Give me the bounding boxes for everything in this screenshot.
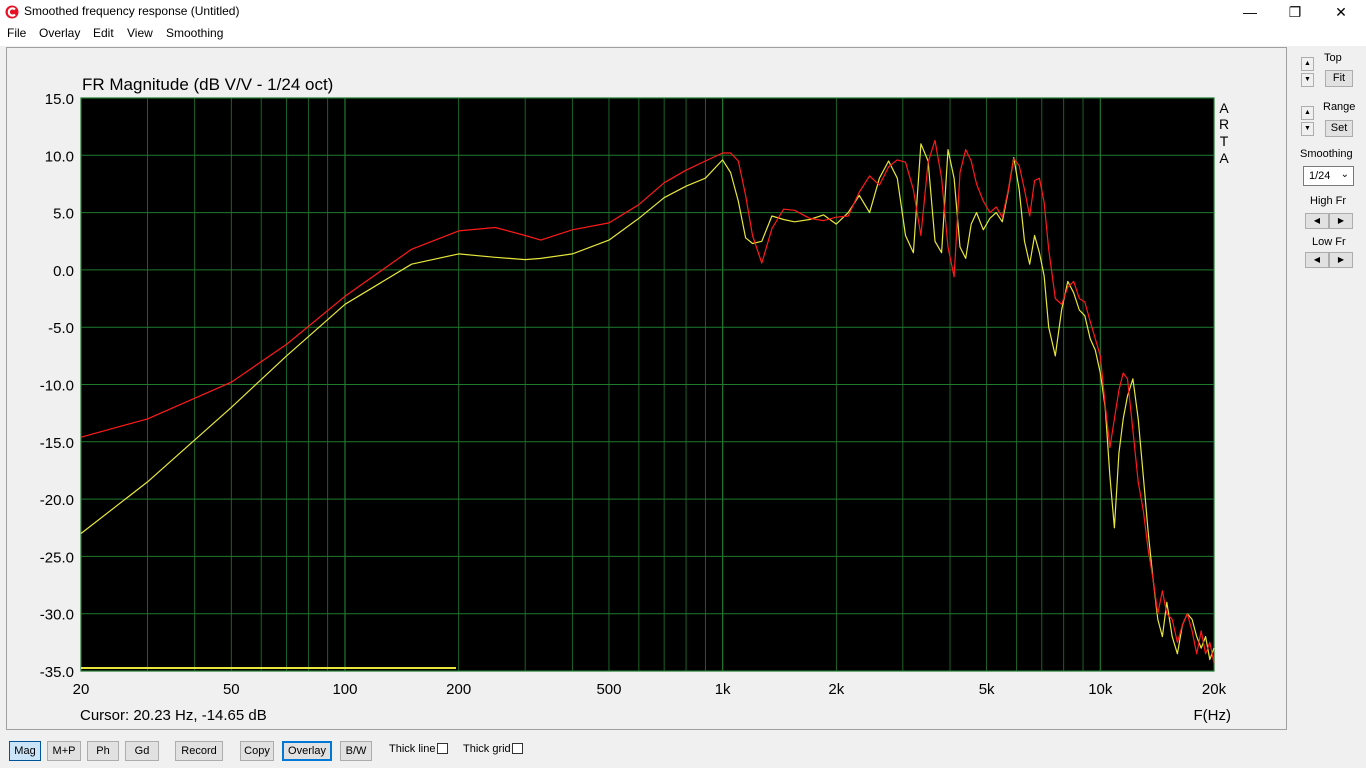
menu-edit[interactable]: Edit	[93, 26, 114, 40]
low-fr-right-button[interactable]: ▶	[1329, 252, 1353, 268]
x-tick-label: 200	[446, 681, 471, 698]
watermark-letter: A	[1219, 100, 1229, 116]
fit-button[interactable]: Fit	[1325, 70, 1353, 87]
high-fr-right-button[interactable]: ▶	[1329, 213, 1353, 229]
high-fr-label: High Fr	[1310, 195, 1347, 207]
phase-button[interactable]: Ph	[87, 741, 119, 761]
copy-button[interactable]: Copy	[240, 741, 274, 761]
watermark-letter: A	[1219, 150, 1229, 166]
thick-grid-label: Thick grid	[463, 743, 511, 755]
y-tick-label: 15.0	[45, 91, 74, 108]
thick-line-label: Thick line	[389, 743, 436, 755]
group-delay-button[interactable]: Gd	[125, 741, 159, 761]
x-tick-label: 20	[73, 681, 90, 698]
x-tick-label: 100	[332, 681, 357, 698]
smoothing-select[interactable]: 1/24 ⌄	[1303, 166, 1354, 186]
thick-grid-checkbox[interactable]	[512, 743, 523, 754]
range-label: Range	[1323, 101, 1356, 113]
smoothing-value: 1/24	[1309, 170, 1331, 182]
x-tick-label: 50	[223, 681, 240, 698]
cursor-readout: Cursor: 20.23 Hz, -14.65 dB	[80, 707, 267, 724]
title-bar: Smoothed frequency response (Untitled) —…	[0, 0, 1366, 24]
y-tick-label: -15.0	[40, 435, 74, 452]
close-button[interactable]: ✕	[1318, 0, 1364, 24]
menu-bar: File Overlay Edit View Smoothing	[0, 24, 1366, 44]
y-tick-label: 0.0	[53, 263, 74, 280]
bw-button[interactable]: B/W	[340, 741, 372, 761]
y-tick-label: 10.0	[45, 148, 74, 165]
app-logo-icon	[5, 5, 19, 19]
menu-smoothing[interactable]: Smoothing	[166, 26, 223, 40]
x-tick-label: 20k	[1202, 681, 1227, 698]
menu-file[interactable]: File	[7, 26, 26, 40]
minimize-button[interactable]: —	[1227, 0, 1273, 24]
frequency-response-chart[interactable]: 15.0 10.0 5.0 0.0 -5.0 -10.0 -15.0 -20.0 -25.0 -3…	[7, 48, 1286, 729]
y-tick-label: -10.0	[40, 378, 74, 395]
y-tick-label: -25.0	[40, 549, 74, 566]
y-tick-label: -30.0	[40, 607, 74, 624]
m-plus-p-button[interactable]: M+P	[47, 741, 81, 761]
set-button[interactable]: Set	[1325, 120, 1353, 137]
record-button[interactable]: Record	[175, 741, 223, 761]
x-tick-label: 500	[596, 681, 621, 698]
low-fr-label: Low Fr	[1312, 236, 1346, 248]
thick-line-checkbox[interactable]	[437, 743, 448, 754]
range-up-spin[interactable]: ▲	[1301, 106, 1314, 120]
overlay-button[interactable]: Overlay	[282, 741, 332, 761]
menu-overlay[interactable]: Overlay	[39, 26, 80, 40]
watermark-letter: R	[1219, 116, 1229, 132]
x-tick-label: 10k	[1088, 681, 1113, 698]
y-tick-label: -35.0	[40, 664, 74, 681]
top-up-spin[interactable]: ▲	[1301, 57, 1314, 71]
x-axis-label: F(Hz)	[1194, 707, 1232, 724]
y-tick-label: -5.0	[48, 320, 74, 337]
range-down-spin[interactable]: ▼	[1301, 122, 1314, 136]
graph-panel[interactable]: 15.0 10.0 5.0 0.0 -5.0 -10.0 -15.0 -20.0 -25.0 -3…	[6, 47, 1287, 730]
low-fr-left-button[interactable]: ◀	[1305, 252, 1329, 268]
x-tick-label: 1k	[715, 681, 731, 698]
client-edge	[0, 44, 1366, 46]
chart-title: FR Magnitude (dB V/V - 1/24 oct)	[82, 75, 333, 94]
y-tick-label: -20.0	[40, 492, 74, 509]
smoothing-label: Smoothing	[1300, 148, 1353, 160]
chevron-down-icon: ⌄	[1340, 169, 1349, 180]
menu-view[interactable]: View	[127, 26, 153, 40]
x-tick-label: 2k	[828, 681, 844, 698]
mag-button[interactable]: Mag	[9, 741, 41, 761]
watermark-letter: T	[1220, 133, 1229, 149]
high-fr-left-button[interactable]: ◀	[1305, 213, 1329, 229]
top-label: Top	[1324, 52, 1342, 64]
window-title: Smoothed frequency response (Untitled)	[24, 4, 240, 18]
restore-button[interactable]: ❐	[1272, 0, 1318, 24]
top-down-spin[interactable]: ▼	[1301, 73, 1314, 87]
x-tick-label: 5k	[979, 681, 995, 698]
y-tick-label: 5.0	[53, 206, 74, 223]
